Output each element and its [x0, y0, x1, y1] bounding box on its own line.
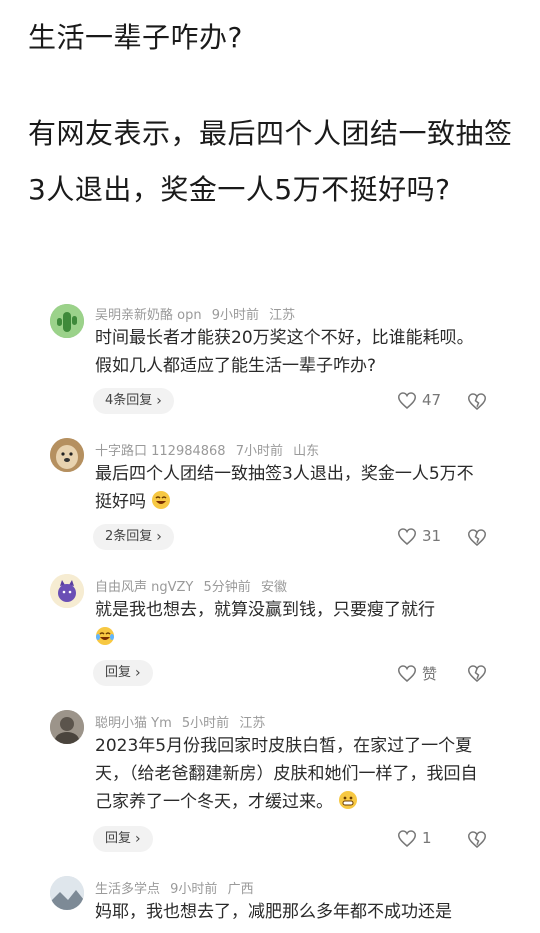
avatar[interactable] [50, 438, 84, 472]
reply-button[interactable]: 回复 › [93, 660, 153, 686]
comment-time: 9小时前 [211, 308, 259, 323]
comment-meta: 吴明亲新奶酪 opn 9小时前 江苏 [95, 304, 301, 323]
article-headline: 生活一辈子咋办? 有网友表示，最后四个人团结一致抽签3人退出，奖金一人5万不挺好… [28, 10, 528, 218]
like-count: 31 [422, 527, 442, 545]
landscape-avatar-icon [50, 876, 84, 910]
comment-location: 江苏 [269, 308, 296, 323]
comment-location: 广西 [227, 882, 254, 897]
comment-meta: 十字路口 112984868 7小时前 山东 [95, 440, 325, 459]
avatar[interactable] [50, 876, 84, 910]
comment-location: 山东 [293, 444, 320, 459]
comment-time: 7小时前 [235, 444, 283, 459]
comment-meta: 聪明小猫 Ym 5小时前 江苏 [95, 712, 271, 731]
heart-icon [398, 527, 416, 545]
comment-time: 5小时前 [181, 716, 230, 731]
dislike-button[interactable] [467, 831, 487, 852]
tears-of-joy-emoji-icon [96, 627, 114, 645]
avatar[interactable] [50, 574, 84, 608]
comment-meta: 自由风声 ngVZY 5分钟前 安徽 [95, 576, 293, 595]
cat-avatar-icon [50, 574, 84, 608]
comment-text-content: 2023年5月份我回家时皮肤白皙，在家过了一个夏天，（给老爸翻建新房）皮肤和她们… [95, 736, 478, 812]
photo-avatar-icon [50, 710, 84, 744]
grinning-emoji-icon [339, 791, 358, 809]
reply-label: 回复 [105, 665, 132, 680]
view-replies-button[interactable]: 2条回复 › [93, 524, 174, 550]
comment-time: 5分钟前 [203, 580, 251, 595]
comment-text: 最后四个人团结一致抽签3人退出，奖金一人5万不挺好吗 [95, 460, 490, 516]
like-count: 47 [422, 391, 442, 409]
like-button[interactable]: 1 [398, 829, 432, 847]
avatar[interactable] [50, 304, 84, 338]
chevron-right-icon: › [135, 831, 141, 847]
comment-meta: 生活多学点 9小时前 广西 [95, 878, 260, 897]
heart-icon [398, 391, 416, 409]
chevron-right-icon: › [156, 393, 162, 409]
comment-username[interactable]: 十字路口 112984868 [95, 444, 226, 459]
avatar[interactable] [50, 710, 84, 744]
like-count: 赞 [422, 665, 438, 683]
comment-text: 就是我也想去，就算没赢到钱，只要瘦了就行 [95, 596, 490, 652]
reply-button[interactable]: 回复 › [93, 826, 153, 852]
comment-location: 安徽 [260, 580, 287, 595]
comment-username[interactable]: 生活多学点 [95, 882, 160, 897]
reply-label: 4条回复 [105, 393, 153, 408]
cactus-avatar-icon [50, 304, 84, 338]
dislike-button[interactable] [467, 665, 487, 686]
comment-panel: 吴明亲新奶酪 opn 9小时前 江苏 时间最长者才能获20万奖这个不好，比谁能耗… [0, 300, 540, 933]
broken-heart-icon [467, 393, 487, 410]
comment-location: 江苏 [239, 716, 266, 731]
comment-username[interactable]: 吴明亲新奶酪 opn [95, 308, 202, 323]
headline-line-2: 有网友表示，最后四个人团结一致抽签3人退出，奖金一人5万不挺好吗? [28, 117, 513, 206]
like-button[interactable]: 赞 [398, 663, 437, 684]
heart-icon [398, 829, 416, 847]
headline-line-1: 生活一辈子咋办? [28, 21, 243, 54]
comment-text: 时间最长者才能获20万奖这个不好，比谁能耗呗。假如几人都适应了能生活一辈子咋办? [95, 328, 474, 376]
laughing-emoji-icon [152, 491, 171, 509]
comment-username[interactable]: 聪明小猫 Ym [95, 716, 172, 731]
like-button[interactable]: 31 [398, 527, 441, 545]
reply-label: 2条回复 [105, 529, 153, 544]
dog-avatar-icon [50, 438, 84, 472]
broken-heart-icon [467, 529, 487, 546]
comment-time: 9小时前 [170, 882, 218, 897]
like-count: 1 [422, 829, 432, 847]
comment-username[interactable]: 自由风声 ngVZY [95, 580, 193, 595]
like-button[interactable]: 47 [398, 391, 441, 409]
heart-icon [398, 665, 416, 682]
view-replies-button[interactable]: 4条回复 › [93, 388, 174, 414]
dislike-button[interactable] [467, 393, 487, 414]
chevron-right-icon: › [156, 529, 162, 545]
reply-label: 回复 [105, 831, 132, 846]
dislike-button[interactable] [467, 529, 487, 550]
comment-text-content: 就是我也想去，就算没赢到钱，只要瘦了就行 [95, 600, 435, 620]
comment-text: 2023年5月份我回家时皮肤白皙，在家过了一个夏天，（给老爸翻建新房）皮肤和她们… [95, 732, 490, 816]
broken-heart-icon [467, 831, 487, 848]
chevron-right-icon: › [135, 665, 141, 681]
broken-heart-icon [467, 665, 487, 682]
comment-text: 妈耶，我也想去了，减肥那么多年都不成功还是 [95, 902, 452, 922]
